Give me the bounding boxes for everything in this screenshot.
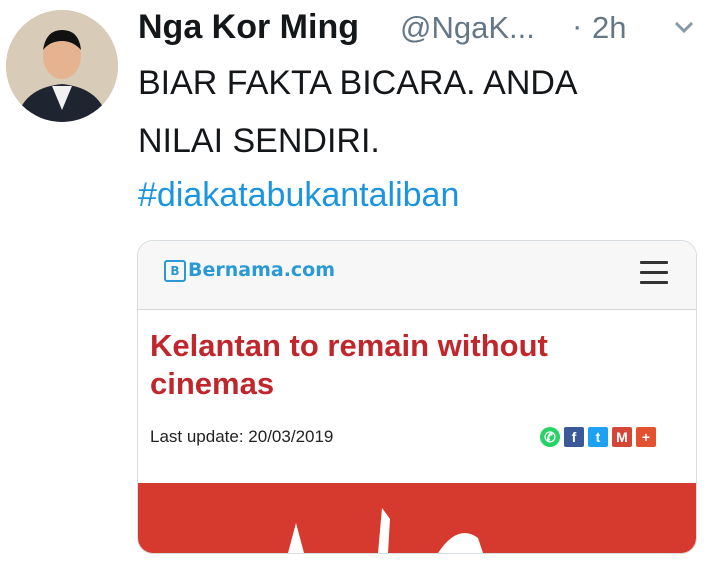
- card-site-header: B Bernama.com: [138, 241, 696, 310]
- tweet-text-line: BIAR FAKTA BICARA. ANDA: [138, 64, 578, 102]
- site-logo-mark: B: [164, 259, 186, 282]
- whatsapp-icon[interactable]: ✆: [540, 427, 560, 447]
- author-name[interactable]: Nga Kor Ming: [138, 8, 359, 47]
- share-icons: ✆ f t M +: [540, 427, 660, 447]
- article-image: [138, 483, 696, 553]
- article-headline[interactable]: Kelantan to remain without cinemas: [150, 327, 670, 403]
- more-share-icon[interactable]: +: [636, 427, 656, 447]
- header-separator: ·: [572, 8, 583, 43]
- gmail-icon[interactable]: M: [612, 427, 632, 447]
- author-handle[interactable]: @NgaK...: [400, 10, 535, 46]
- chevron-down-icon[interactable]: [671, 16, 697, 38]
- tweet-header: Nga Kor Ming @NgaK... · 2h: [138, 8, 708, 52]
- site-logo: B Bernama.com: [164, 259, 335, 289]
- hashtag-link[interactable]: #diakatabukantaliban: [138, 176, 459, 215]
- site-name: Bernama.com: [188, 259, 336, 281]
- author-avatar[interactable]: [6, 10, 118, 122]
- tweet-timestamp[interactable]: 2h: [592, 10, 626, 46]
- tweet-text-line: NILAI SENDIRI.: [138, 122, 380, 160]
- facebook-icon[interactable]: f: [564, 427, 584, 447]
- link-preview-card[interactable]: B Bernama.com Kelantan to remain without …: [137, 240, 697, 554]
- hamburger-menu-icon[interactable]: [640, 261, 668, 287]
- last-update-text: Last update: 20/03/2019: [150, 427, 334, 446]
- twitter-icon[interactable]: t: [588, 427, 608, 447]
